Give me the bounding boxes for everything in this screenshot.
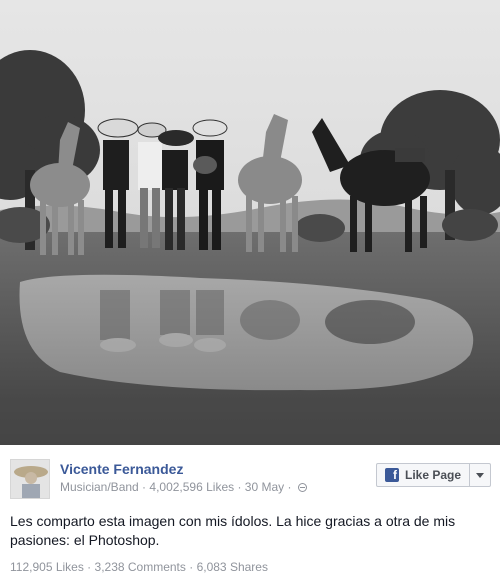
like-page-dropdown[interactable] (470, 464, 490, 486)
post-text: Les comparto esta imagen con mis ídolos.… (10, 513, 456, 548)
like-page-label: Like Page (405, 468, 462, 482)
page-name-link[interactable]: Vicente Fernandez (60, 461, 183, 477)
like-page-button-group: f Like Page (376, 463, 492, 487)
stats-separator: · (185, 560, 197, 574)
post-meta: Musician/Band · 4,002,596 Likes · 30 May… (60, 480, 307, 494)
post-photo[interactable] (0, 0, 500, 445)
post-stats: 112,905 Likes · 3,238 Comments · 6,083 S… (10, 560, 268, 574)
like-page-button[interactable]: f Like Page (377, 464, 471, 486)
black-and-white-photo (0, 0, 500, 445)
meta-separator: · (284, 480, 295, 494)
post-date-link[interactable]: 30 May (245, 480, 284, 494)
meta-separator: · (138, 480, 150, 494)
meta-separator: · (234, 480, 245, 494)
post-footer: Vicente Fernandez Musician/Band · 4,002,… (0, 445, 500, 579)
page-category: Musician/Band (60, 480, 139, 494)
shares-count-link[interactable]: 6,083 Shares (197, 560, 268, 574)
stats-separator: · (83, 560, 95, 574)
page-likes-count: 4,002,596 Likes (149, 480, 235, 494)
globe-icon (297, 483, 307, 492)
page-avatar[interactable] (10, 459, 50, 499)
facebook-f-icon: f (385, 468, 399, 482)
likes-count-link[interactable]: 112,905 Likes (10, 560, 84, 574)
caret-down-icon (476, 472, 485, 478)
avatar-image (11, 460, 49, 498)
comments-count-link[interactable]: 3,238 Comments (95, 560, 186, 574)
